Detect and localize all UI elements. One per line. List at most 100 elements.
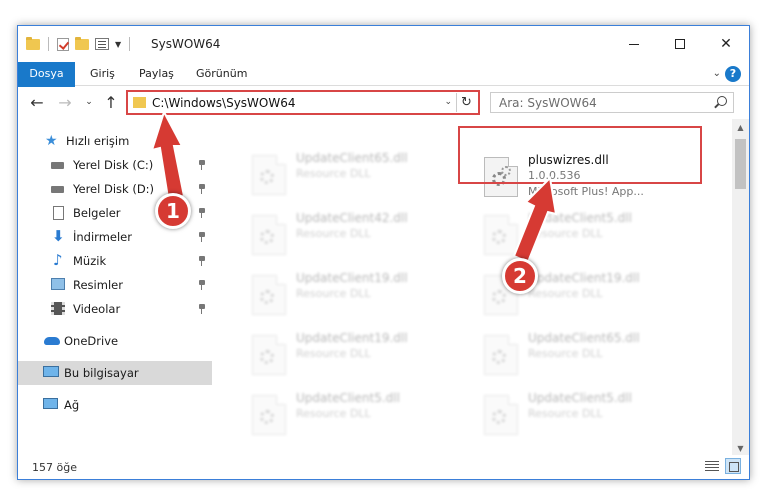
- file-name: UpdateClient42.dll: [296, 211, 408, 225]
- pictures-icon: [51, 278, 65, 290]
- minimize-button[interactable]: [611, 26, 657, 62]
- list-item[interactable]: UpdateClient5.dll Resource DLL: [460, 207, 690, 263]
- drive-icon: [51, 186, 64, 193]
- close-button[interactable]: ✕: [703, 26, 749, 62]
- list-item[interactable]: UpdateClient65.dll Resource DLL: [460, 327, 690, 383]
- gear-icon: [492, 350, 506, 364]
- sidebar-item-downloads[interactable]: ⬇ İndirmeler: [18, 225, 212, 249]
- refresh-icon[interactable]: ↻: [456, 93, 476, 112]
- sidebar-item-onedrive[interactable]: OneDrive: [18, 329, 212, 353]
- pin-icon[interactable]: [198, 160, 206, 170]
- sidebar-item-label: Hızlı erişim: [66, 134, 130, 148]
- list-item[interactable]: UpdateClient19.dll Resource DLL: [228, 267, 458, 323]
- tab-home[interactable]: Giriş: [90, 62, 115, 86]
- file-type: Resource DLL: [528, 347, 603, 360]
- dll-file-icon: [252, 215, 286, 255]
- pin-icon[interactable]: [198, 304, 206, 314]
- pin-icon[interactable]: [198, 256, 206, 266]
- sidebar-item-quick-access[interactable]: ★ Hızlı erişim: [18, 129, 212, 153]
- tab-share[interactable]: Paylaş: [139, 62, 174, 86]
- help-icon[interactable]: ?: [725, 66, 741, 82]
- sidebar-item-this-pc[interactable]: Bu bilgisayar: [18, 361, 212, 385]
- sidebar-item-disk-c[interactable]: Yerel Disk (C:): [18, 153, 212, 177]
- up-icon[interactable]: ↑: [102, 93, 120, 112]
- gear-icon: [260, 170, 274, 184]
- file-type: Resource DLL: [528, 287, 603, 300]
- address-path[interactable]: C:\Windows\SysWOW64: [152, 96, 296, 110]
- file-description: Microsoft Plus! App...: [528, 185, 644, 198]
- file-name: UpdateClient19.dll: [528, 271, 640, 285]
- tiles-view-icon[interactable]: [725, 458, 741, 474]
- document-icon: [53, 206, 64, 220]
- ribbon-expand-icon[interactable]: ⌄: [713, 68, 721, 79]
- sidebar-item-label: Yerel Disk (D:): [73, 182, 155, 196]
- drive-icon: [51, 162, 64, 169]
- annotation-badge-2: 2: [502, 258, 538, 294]
- maximize-button[interactable]: [657, 26, 703, 62]
- list-item[interactable]: UpdateClient42.dll Resource DLL: [228, 207, 458, 263]
- list-item[interactable]: UpdateClient5.dll Resource DLL: [228, 387, 458, 443]
- sidebar-item-label: Ağ: [64, 398, 80, 412]
- file-type: Resource DLL: [296, 347, 371, 360]
- maximize-icon: [675, 39, 685, 49]
- file-name: UpdateClient19.dll: [296, 271, 408, 285]
- sidebar-item-label: Belgeler: [73, 206, 121, 220]
- vertical-scrollbar[interactable]: ▲ ▼: [732, 119, 749, 457]
- file-type: Resource DLL: [528, 407, 603, 420]
- properties-icon[interactable]: [95, 38, 109, 50]
- search-input[interactable]: Ara: SysWOW64: [490, 92, 734, 113]
- quick-access-toolbar: ▼: [26, 36, 132, 51]
- title-bar: ▼ SysWOW64 ✕: [18, 26, 749, 62]
- download-icon: ⬇: [52, 227, 65, 245]
- forward-icon[interactable]: →: [56, 93, 74, 112]
- file-type: Resource DLL: [528, 227, 603, 240]
- qat-dropdown-icon[interactable]: ▼: [115, 40, 121, 49]
- pin-icon[interactable]: [198, 184, 206, 194]
- dll-file-icon: [252, 395, 286, 435]
- divider: [48, 37, 49, 51]
- divider: [129, 37, 131, 51]
- gear-icon: [492, 290, 506, 304]
- music-icon: ♪: [53, 251, 63, 269]
- tab-view[interactable]: Görünüm: [196, 62, 247, 86]
- new-folder-icon[interactable]: [75, 36, 89, 50]
- file-name: UpdateClient65.dll: [528, 331, 640, 345]
- back-icon[interactable]: ←: [28, 93, 46, 112]
- video-icon: [51, 302, 65, 315]
- file-name: UpdateClient65.dll: [296, 151, 408, 165]
- network-icon: [43, 398, 58, 409]
- window-controls: ✕: [611, 26, 749, 62]
- address-bar[interactable]: C:\Windows\SysWOW64 ⌄ ↻: [126, 90, 480, 115]
- list-item[interactable]: UpdateClient5.dll Resource DLL: [460, 387, 690, 443]
- item-count: 157 öğe: [32, 461, 77, 474]
- gear-icon: [492, 230, 506, 244]
- gear-icon: [492, 410, 506, 424]
- ribbon-tabs: Dosya Giriş Paylaş Görünüm ⌄ ?: [18, 62, 749, 118]
- file-name: UpdateClient5.dll: [528, 211, 632, 225]
- sidebar-item-pictures[interactable]: Resimler: [18, 273, 212, 297]
- file-name: UpdateClient5.dll: [296, 391, 400, 405]
- gear-icon: [260, 290, 274, 304]
- chevron-up-icon[interactable]: ▲: [732, 119, 749, 136]
- pin-icon[interactable]: [198, 208, 206, 218]
- search-icon[interactable]: [717, 96, 727, 106]
- folder-icon[interactable]: [26, 36, 40, 50]
- sidebar-item-videos[interactable]: Videolar: [18, 297, 212, 321]
- sidebar-item-music[interactable]: ♪ Müzik: [18, 249, 212, 273]
- chevron-down-icon[interactable]: ⌄: [444, 97, 452, 107]
- recent-locations-icon[interactable]: ⌄: [80, 97, 98, 107]
- minimize-icon: [629, 43, 639, 45]
- pin-icon[interactable]: [198, 280, 206, 290]
- computer-icon: [43, 366, 59, 377]
- sidebar-item-network[interactable]: Ağ: [18, 393, 212, 417]
- dll-file-icon: [484, 215, 518, 255]
- gear-icon: [260, 410, 274, 424]
- list-item[interactable]: UpdateClient65.dll Resource DLL: [228, 147, 458, 203]
- pin-icon[interactable]: [198, 232, 206, 242]
- list-item[interactable]: UpdateClient19.dll Resource DLL: [228, 327, 458, 383]
- sidebar-item-label: Bu bilgisayar: [64, 366, 139, 380]
- scroll-thumb[interactable]: [735, 139, 746, 189]
- properties-check-icon[interactable]: [57, 37, 69, 51]
- details-view-icon[interactable]: [705, 460, 719, 472]
- list-item[interactable]: UpdateClient19.dll Resource DLL: [460, 267, 690, 323]
